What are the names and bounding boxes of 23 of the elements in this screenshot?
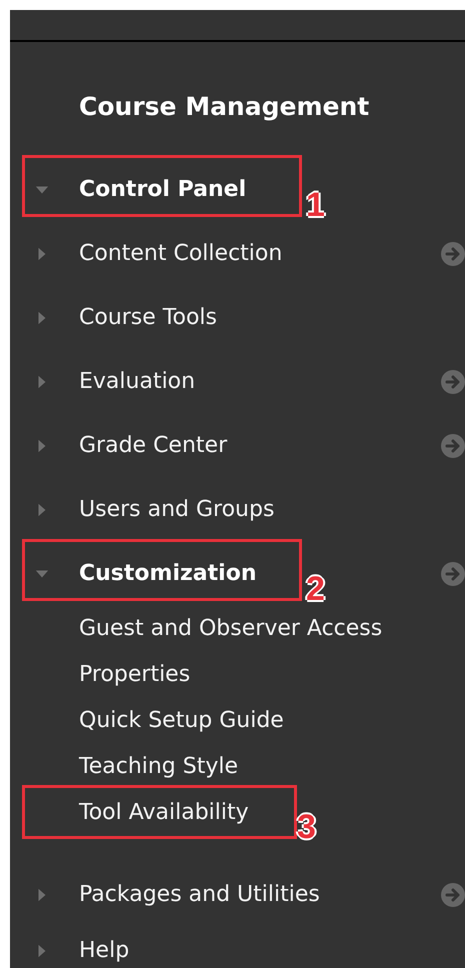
submenu-item[interactable]: Teaching Style: [79, 753, 238, 781]
sidebar-heading: Course Management: [10, 40, 465, 158]
submenu-item[interactable]: Tool Availability: [79, 799, 249, 827]
menu-item[interactable]: Grade Center: [79, 432, 228, 460]
menu-item[interactable]: Users and Groups: [79, 496, 274, 524]
menu-item[interactable]: Customization: [79, 560, 256, 588]
menu-item[interactable]: Course Tools: [79, 304, 217, 332]
menu-item[interactable]: Control Panel: [79, 176, 246, 204]
arrow-circle-icon[interactable]: [441, 562, 465, 586]
submenu-item[interactable]: Guest and Observer Access: [79, 615, 382, 643]
callout-number: 3: [297, 810, 316, 844]
arrow-circle-icon[interactable]: [441, 242, 465, 266]
menu-item[interactable]: Packages and Utilities: [79, 881, 320, 909]
menu-item[interactable]: Help: [79, 937, 130, 965]
arrow-circle-icon[interactable]: [441, 434, 465, 458]
menu-item[interactable]: Evaluation: [79, 368, 196, 396]
callout-number: 2: [306, 572, 325, 606]
menu-item[interactable]: Content Collection: [79, 240, 282, 268]
callout-number: 1: [306, 188, 325, 222]
arrow-circle-icon[interactable]: [441, 883, 465, 907]
submenu-item[interactable]: Quick Setup Guide: [79, 707, 284, 735]
arrow-circle-icon[interactable]: [441, 370, 465, 394]
submenu-item[interactable]: Properties: [79, 661, 190, 689]
